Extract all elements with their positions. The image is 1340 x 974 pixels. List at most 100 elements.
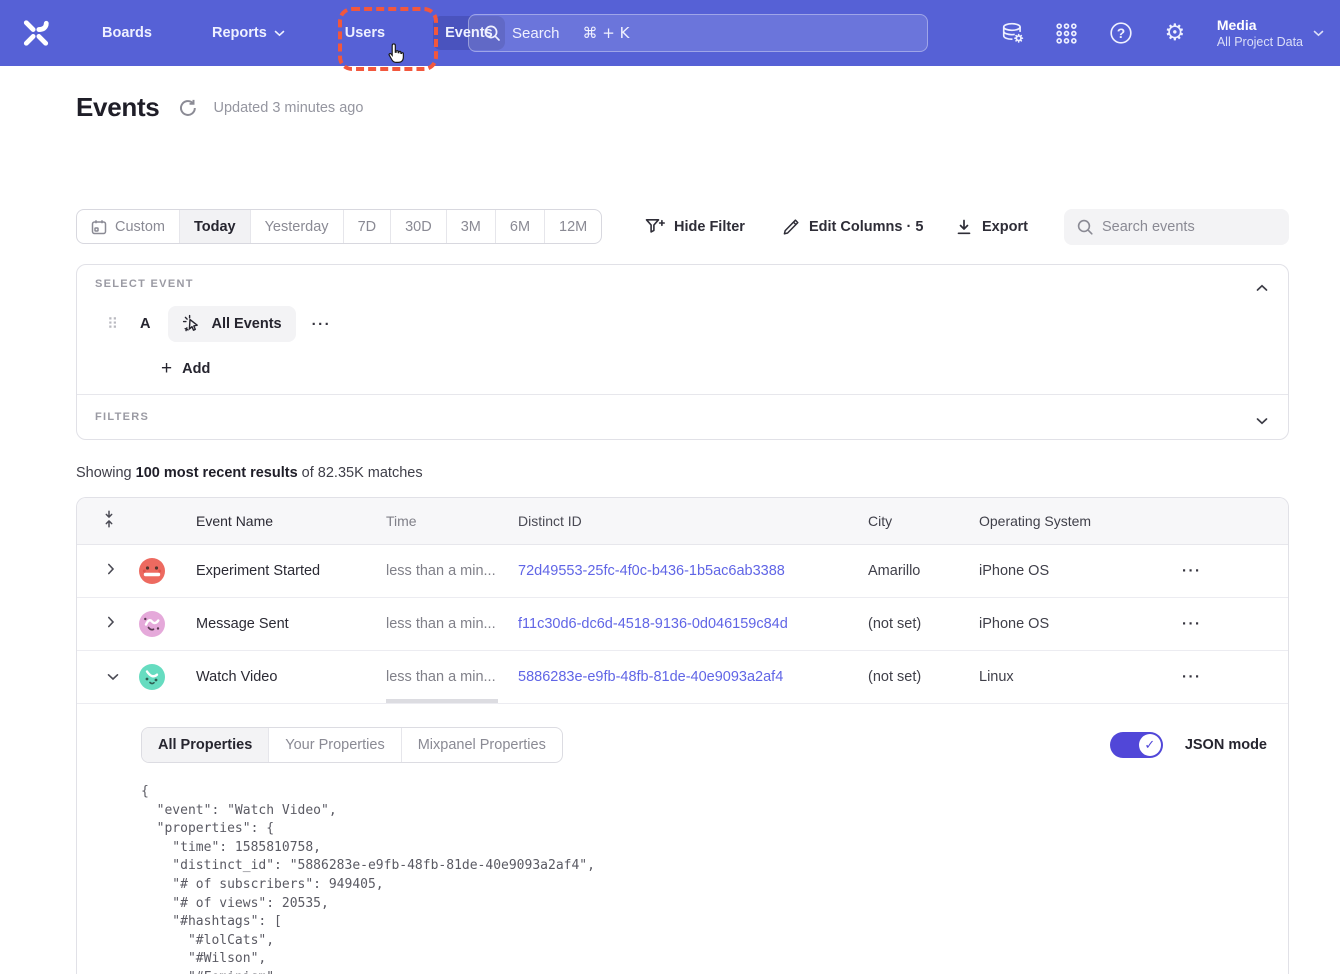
- tab-all-properties[interactable]: All Properties: [142, 728, 269, 762]
- details-header: All Properties Your Properties Mixpanel …: [141, 727, 1267, 763]
- column-header-event-name[interactable]: Event Name: [196, 513, 273, 529]
- calendar-icon: [91, 219, 107, 235]
- event-avatar: [139, 664, 165, 690]
- column-header-time[interactable]: Time: [386, 513, 502, 529]
- chevron-down-icon: [1256, 417, 1268, 425]
- chevron-down-icon: [1313, 30, 1324, 37]
- svg-text:?: ?: [1117, 26, 1125, 41]
- date-range-picker: Custom Today Yesterday 7D 30D 3M 6M 12M: [76, 209, 602, 244]
- json-mode-control: ✓ JSON mode: [1110, 732, 1267, 758]
- date-option-30d[interactable]: 30D: [391, 210, 447, 243]
- date-option-label: Today: [194, 219, 236, 235]
- collapse-row-button[interactable]: [103, 665, 123, 689]
- table-row[interactable]: Message Sent less than a min... f11c30d6…: [77, 598, 1288, 651]
- chevron-right-icon: [107, 563, 115, 575]
- selected-event-name: All Events: [211, 316, 281, 332]
- refresh-icon[interactable]: [177, 97, 199, 119]
- query-builder-card: SELECT EVENT ⠿ A All Events ··· +: [76, 264, 1289, 440]
- global-search-input[interactable]: Search ⌘ + K: [468, 14, 928, 52]
- tab-label: All Properties: [158, 737, 252, 753]
- summary-prefix: Showing: [76, 465, 136, 481]
- collapse-section-button[interactable]: [1254, 277, 1270, 299]
- event-details-panel: All Properties Your Properties Mixpanel …: [77, 704, 1288, 974]
- add-event-button[interactable]: + Add: [161, 359, 210, 378]
- event-city: (not set): [868, 669, 921, 685]
- tab-mixpanel-properties[interactable]: Mixpanel Properties: [402, 728, 562, 762]
- avatar-face-icon: [139, 664, 165, 690]
- column-header-city[interactable]: City: [868, 513, 892, 529]
- column-header-os[interactable]: Operating System: [979, 513, 1091, 529]
- date-option-yesterday[interactable]: Yesterday: [251, 210, 344, 243]
- filters-section[interactable]: FILTERS: [77, 394, 1288, 439]
- date-option-label: 3M: [461, 219, 481, 235]
- export-button[interactable]: Export: [955, 209, 1028, 244]
- event-more-button[interactable]: ···: [312, 316, 332, 333]
- chevron-down-icon: [274, 30, 285, 37]
- properties-tabs: All Properties Your Properties Mixpanel …: [141, 727, 563, 763]
- search-icon: [1076, 218, 1094, 236]
- row-more-button[interactable]: ···: [1182, 616, 1202, 633]
- column-header-distinct-id[interactable]: Distinct ID: [518, 513, 582, 529]
- date-option-3m[interactable]: 3M: [447, 210, 496, 243]
- nav-item-users[interactable]: Users: [333, 16, 397, 50]
- tab-your-properties[interactable]: Your Properties: [269, 728, 401, 762]
- event-json-viewer[interactable]: { "event": "Watch Video", "properties": …: [141, 783, 1267, 974]
- event-name: Message Sent: [196, 616, 289, 632]
- event-avatar: [139, 558, 165, 584]
- distinct-id-link[interactable]: 5886283e-e9fb-48fb-81de-40e9093a2af4: [518, 669, 783, 685]
- search-events-input[interactable]: [1064, 209, 1289, 245]
- page-title: Events: [76, 92, 159, 123]
- plus-icon: +: [161, 359, 172, 378]
- date-option-6m[interactable]: 6M: [496, 210, 545, 243]
- hide-filter-button[interactable]: Hide Filter: [645, 209, 745, 244]
- summary-count: 100 most recent results: [136, 465, 298, 481]
- event-city: (not set): [868, 616, 921, 632]
- date-option-custom[interactable]: Custom: [77, 210, 180, 243]
- date-option-7d[interactable]: 7D: [344, 210, 392, 243]
- help-icon[interactable]: ?: [1109, 21, 1133, 45]
- date-option-12m[interactable]: 12M: [545, 210, 601, 243]
- collapse-rows-icon: [102, 509, 116, 529]
- pencil-icon: [782, 218, 800, 236]
- event-avatar: [139, 611, 165, 637]
- project-selector[interactable]: Media All Project Data: [1217, 17, 1324, 49]
- drag-handle-icon[interactable]: ⠿: [107, 315, 118, 333]
- distinct-id-link[interactable]: f11c30d6-dc6d-4518-9136-0d046159c84d: [518, 616, 788, 632]
- event-name: Experiment Started: [196, 563, 320, 579]
- json-mode-label: JSON mode: [1185, 737, 1267, 753]
- collapse-all-rows-button[interactable]: [102, 509, 116, 533]
- settings-icon[interactable]: ⚙: [1163, 21, 1187, 45]
- expand-row-button[interactable]: [103, 559, 119, 583]
- event-os: iPhone OS: [979, 563, 1049, 579]
- row-more-button[interactable]: ···: [1182, 563, 1202, 580]
- distinct-id-link[interactable]: 72d49553-25fc-4f0c-b436-1b5ac6ab3388: [518, 563, 785, 579]
- json-mode-toggle[interactable]: ✓: [1110, 732, 1163, 758]
- date-option-label: Custom: [115, 219, 165, 235]
- event-picker-button[interactable]: All Events: [168, 306, 295, 342]
- apps-grid-icon[interactable]: [1055, 21, 1079, 45]
- data-management-icon[interactable]: [1001, 21, 1025, 45]
- toggle-knob-check-icon: ✓: [1139, 734, 1161, 756]
- event-name: Watch Video: [196, 669, 277, 685]
- row-more-button[interactable]: ···: [1182, 669, 1202, 686]
- nav-item-reports[interactable]: Reports: [200, 16, 297, 50]
- filter-icon: [645, 218, 665, 235]
- mixpanel-logo-icon[interactable]: [20, 17, 52, 49]
- nav-item-boards[interactable]: Boards: [90, 16, 164, 50]
- date-option-today[interactable]: Today: [180, 210, 251, 243]
- avatar-face-icon: [139, 558, 165, 584]
- updated-timestamp: Updated 3 minutes ago: [213, 100, 363, 116]
- expand-filters-button[interactable]: [1254, 410, 1270, 432]
- expand-row-button[interactable]: [103, 612, 119, 636]
- table-row[interactable]: Experiment Started less than a min... 72…: [77, 545, 1288, 598]
- chevron-right-icon: [107, 616, 115, 628]
- download-icon: [955, 218, 973, 236]
- event-city: Amarillo: [868, 563, 920, 579]
- summary-suffix: of 82.35K matches: [298, 465, 423, 481]
- search-placeholder: Search: [512, 25, 560, 42]
- table-row-expanded[interactable]: Watch Video less than a min... 5886283e-…: [77, 651, 1288, 704]
- edit-columns-button[interactable]: Edit Columns · 5: [782, 209, 923, 244]
- primary-nav: Boards Reports Users Events: [90, 0, 505, 66]
- chevron-up-icon: [1256, 284, 1268, 292]
- select-event-section: SELECT EVENT ⠿ A All Events ··· +: [77, 265, 1288, 394]
